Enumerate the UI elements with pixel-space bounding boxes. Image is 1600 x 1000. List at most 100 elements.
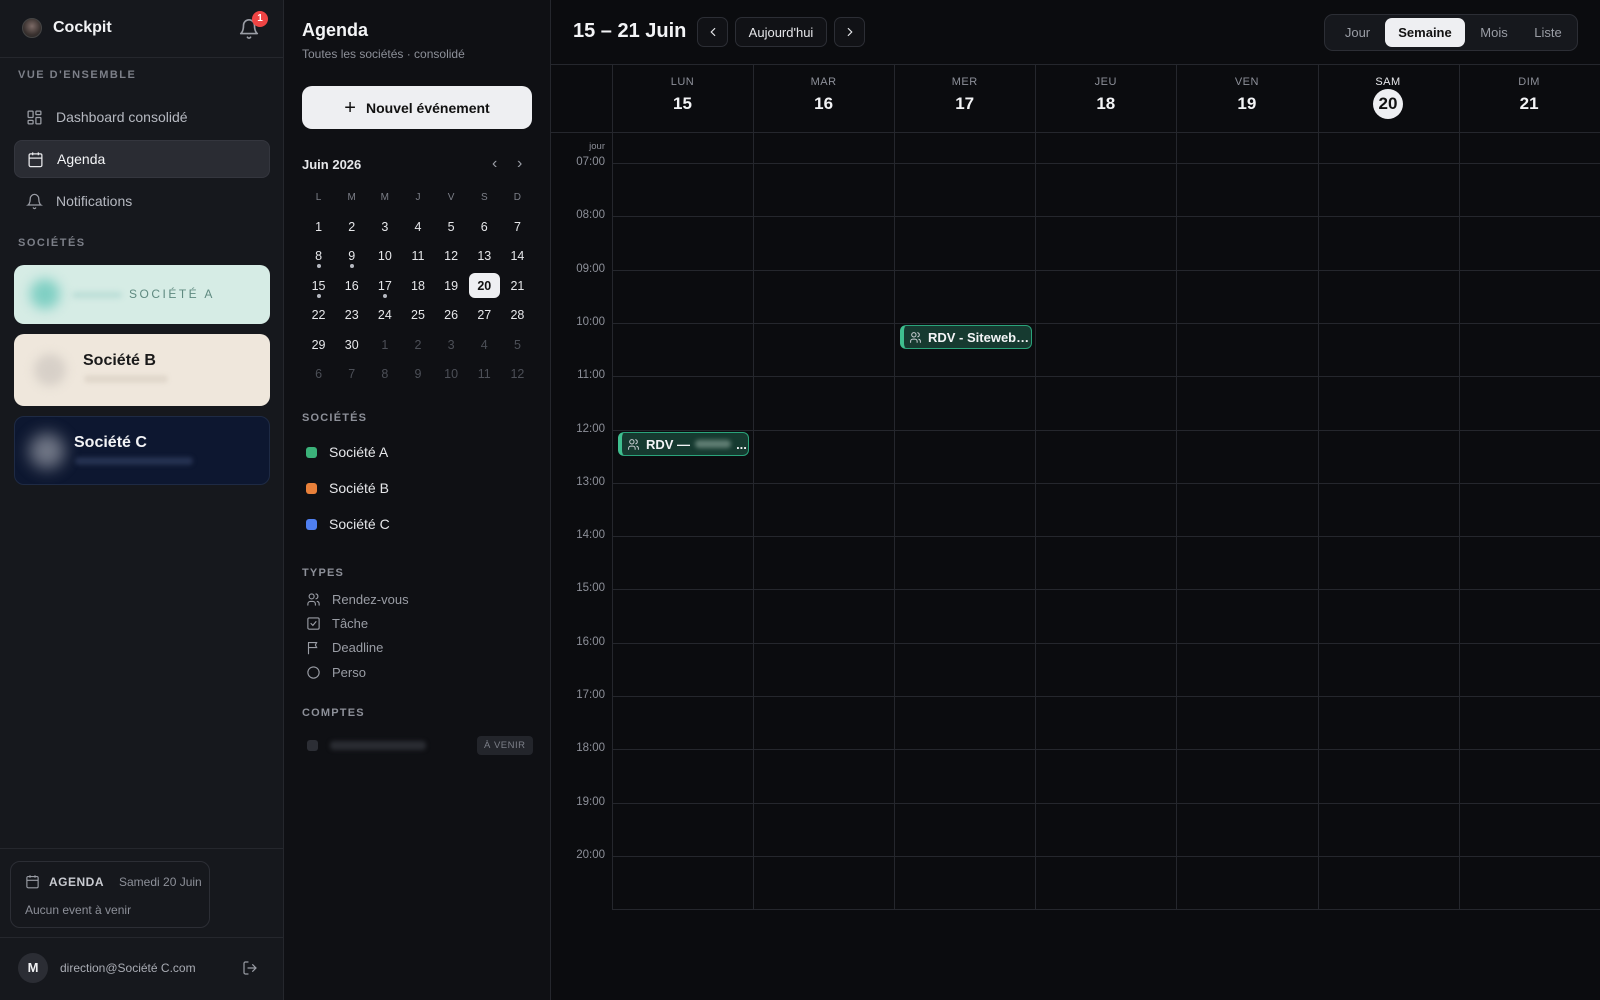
new-event-button[interactable]: + Nouvel événement [302, 86, 532, 129]
view-week-tab[interactable]: Semaine [1385, 18, 1465, 47]
mini-calendar-day[interactable]: 23 [335, 301, 368, 331]
mini-calendar-day[interactable]: 6 [302, 360, 335, 390]
mini-calendar-day[interactable]: 13 [468, 242, 501, 272]
mini-calendar-day[interactable]: 4 [401, 212, 434, 242]
company-c-label: Société C [74, 434, 147, 451]
next-week-button[interactable] [834, 17, 865, 47]
mini-calendar-day-label: 7 [513, 219, 521, 234]
avatar[interactable]: M [18, 953, 48, 983]
mini-calendar-day[interactable]: 15 [302, 271, 335, 301]
company-a-swatch [306, 446, 317, 458]
mini-calendar-day[interactable]: 28 [501, 301, 534, 331]
mini-calendar-day[interactable]: 22 [302, 301, 335, 331]
coming-soon-badge: À VENIR [477, 736, 533, 755]
prev-week-button[interactable] [697, 17, 728, 47]
mini-calendar-day[interactable]: 7 [501, 212, 534, 242]
view-day-tab[interactable]: Jour [1329, 18, 1386, 47]
chevron-left-icon [709, 27, 715, 37]
mini-calendar-day[interactable]: 4 [468, 330, 501, 360]
calendar-event[interactable]: RDV - Siteweb… [900, 325, 1032, 349]
view-list-tab[interactable]: Liste [1521, 18, 1575, 47]
sidebar-divider [0, 937, 284, 938]
mini-calendar-weekday: S [480, 192, 488, 203]
company-filter-c[interactable]: Société C [306, 516, 390, 532]
day-header[interactable]: VEN 19 [1176, 64, 1317, 132]
user-email: direction@Société C.com [60, 961, 196, 975]
mini-calendar-day[interactable]: 1 [302, 212, 335, 242]
agenda-widget[interactable]: AGENDA Samedi 20 Juin Aucun event à veni… [10, 861, 210, 928]
mini-calendar-day[interactable]: 1 [368, 330, 401, 360]
calendar-icon [28, 151, 43, 167]
mini-calendar-day[interactable]: 20 [468, 271, 501, 301]
nav-agenda[interactable]: Agenda [14, 140, 270, 178]
day-column-line [1458, 64, 1460, 910]
sidebar-divider [0, 848, 284, 849]
mini-calendar-day[interactable]: 27 [468, 301, 501, 331]
mini-calendar-day[interactable]: 7 [335, 360, 368, 390]
calendar-event[interactable]: RDV — ... [618, 432, 749, 456]
mini-calendar-day[interactable]: 10 [435, 360, 468, 390]
day-header[interactable]: SAM 20 [1318, 64, 1459, 132]
company-c-blurred-text [75, 457, 193, 465]
mini-calendar-day[interactable]: 17 [368, 271, 401, 301]
mini-calendar-day[interactable]: 5 [435, 212, 468, 242]
mini-calendar-day[interactable]: 10 [368, 242, 401, 272]
mini-calendar-day[interactable]: 25 [401, 301, 434, 331]
bell-icon [26, 193, 43, 209]
type-filter-deadline[interactable]: Deadline [306, 640, 383, 655]
users-icon [910, 331, 921, 343]
mini-calendar-day[interactable]: 9 [335, 242, 368, 272]
day-column-line [1176, 64, 1178, 910]
account-swatch [307, 740, 318, 751]
mini-calendar-day-label: 8 [315, 249, 323, 264]
mini-calendar-day[interactable]: 11 [468, 360, 501, 390]
today-button[interactable]: Aujourd'hui [735, 17, 827, 47]
nav-dashboard[interactable]: Dashboard consolidé [14, 98, 270, 136]
hour-line [612, 802, 1600, 804]
circle-icon [307, 666, 320, 679]
company-card-b[interactable]: Société B [14, 334, 270, 406]
company-card-c[interactable]: Société C [14, 416, 270, 485]
type-filter-tache[interactable]: Tâche [306, 616, 368, 631]
mini-calendar-day[interactable]: 18 [401, 271, 434, 301]
mini-calendar-day[interactable]: 3 [368, 212, 401, 242]
day-header-weekday: MER [951, 76, 978, 88]
view-month-tab[interactable]: Mois [1467, 18, 1521, 47]
dashboard-icon [27, 109, 42, 125]
mini-calendar-prev-icon[interactable]: ‹ [492, 155, 497, 173]
type-filter-rendezvous[interactable]: Rendez-vous [306, 592, 409, 607]
mini-calendar-day[interactable]: 16 [335, 271, 368, 301]
mini-calendar-day[interactable]: 8 [302, 242, 335, 272]
nav-notifications[interactable]: Notifications [14, 182, 270, 220]
day-header[interactable]: MER 17 [894, 64, 1035, 132]
company-filter-a[interactable]: Société A [306, 444, 388, 460]
mini-calendar-next-icon[interactable]: › [517, 155, 522, 173]
mini-calendar-day[interactable]: 12 [435, 242, 468, 272]
mini-calendar-day-label: 26 [444, 308, 459, 323]
day-header[interactable]: JEU 18 [1035, 64, 1176, 132]
type-filter-perso[interactable]: Perso [306, 665, 366, 680]
day-header[interactable]: LUN 15 [612, 64, 753, 132]
mini-calendar-day[interactable]: 6 [468, 212, 501, 242]
day-header[interactable]: DIM 21 [1459, 64, 1600, 132]
mini-calendar-day[interactable]: 2 [401, 330, 434, 360]
mini-calendar-day[interactable]: 19 [435, 271, 468, 301]
company-filter-b[interactable]: Société B [306, 480, 389, 496]
mini-calendar-day[interactable]: 14 [501, 242, 534, 272]
mini-calendar-day[interactable]: 11 [401, 242, 434, 272]
company-card-a[interactable]: SOCIÉTÉ A [14, 265, 270, 324]
mini-calendar-day-label: 16 [344, 278, 359, 293]
mini-calendar-day[interactable]: 8 [368, 360, 401, 390]
mini-calendar-day[interactable]: 29 [302, 330, 335, 360]
mini-calendar-day[interactable]: 2 [335, 212, 368, 242]
mini-calendar-day[interactable]: 12 [501, 360, 534, 390]
mini-calendar-day[interactable]: 26 [435, 301, 468, 331]
mini-calendar-day[interactable]: 21 [501, 271, 534, 301]
mini-calendar-day[interactable]: 3 [435, 330, 468, 360]
mini-calendar-day[interactable]: 9 [401, 360, 434, 390]
mini-calendar-day[interactable]: 5 [501, 330, 534, 360]
logout-icon[interactable] [242, 960, 258, 976]
day-header[interactable]: MAR 16 [753, 64, 894, 132]
mini-calendar-day[interactable]: 24 [368, 301, 401, 331]
mini-calendar-day[interactable]: 30 [335, 330, 368, 360]
